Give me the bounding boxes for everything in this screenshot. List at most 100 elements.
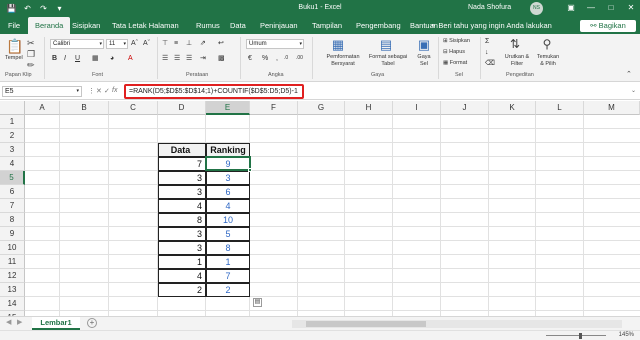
sheet-tab-lembar1[interactable]: Lembar1 xyxy=(32,317,80,330)
align-right-icon[interactable]: ☰ xyxy=(186,54,192,63)
column-header-f[interactable]: F xyxy=(250,101,298,115)
ranking-cell[interactable]: 7 xyxy=(206,269,250,283)
name-box[interactable]: E5 ▾ xyxy=(2,86,82,97)
data-cell[interactable]: 4 xyxy=(158,199,206,213)
column-header-g[interactable]: G xyxy=(298,101,345,115)
currency-icon[interactable]: € xyxy=(248,54,252,63)
cancel-icon[interactable]: ✕ xyxy=(96,87,102,95)
fill-color-icon[interactable]: ◕ xyxy=(110,54,114,63)
column-header-i[interactable]: I xyxy=(393,101,441,115)
horizontal-scroll-thumb[interactable] xyxy=(306,321,426,327)
data-cell[interactable]: 4 xyxy=(158,269,206,283)
table-header-ranking[interactable]: Ranking xyxy=(206,143,250,157)
add-sheet-icon[interactable]: + xyxy=(87,318,97,328)
ribbon-display-icon[interactable]: ▣ xyxy=(566,3,576,13)
column-header-k[interactable]: K xyxy=(489,101,536,115)
row-header-4[interactable]: 4 xyxy=(0,157,25,171)
collapse-ribbon-icon[interactable]: ⌃ xyxy=(626,70,632,80)
user-name[interactable]: Nada Shofura xyxy=(468,4,511,11)
tell-me-search[interactable]: ⚬ Beri tahu yang ingin Anda lakukan xyxy=(430,17,552,34)
decrease-decimal-icon[interactable]: .00 xyxy=(296,54,303,63)
close-icon[interactable]: ✕ xyxy=(626,3,636,13)
row-header-6[interactable]: 6 xyxy=(0,185,25,199)
align-middle-icon[interactable]: ≡ xyxy=(174,39,178,48)
enter-icon[interactable]: ✓ xyxy=(104,87,110,95)
merge-center-icon[interactable]: ▩ xyxy=(218,54,225,63)
shrink-font-icon[interactable]: Aˇ xyxy=(143,39,150,48)
align-left-icon[interactable]: ☰ xyxy=(162,54,168,63)
find-select-label[interactable]: Temukan & Pilih xyxy=(534,54,562,68)
ranking-cell[interactable]: 10 xyxy=(206,213,250,227)
data-cell[interactable]: 7 xyxy=(158,157,206,171)
find-select-icon[interactable]: ⚲ xyxy=(540,37,554,51)
column-header-a[interactable]: A xyxy=(25,101,60,115)
tab-data[interactable]: Data xyxy=(230,17,246,34)
maximize-icon[interactable]: □ xyxy=(606,3,616,13)
formula-input[interactable]: =RANK(D5;$D$5:$D$14;1)+COUNTIF($D$5:D5;D… xyxy=(124,84,304,99)
cell-styles-icon[interactable]: ▣ xyxy=(416,37,432,52)
format-cells-button[interactable]: ▦ Format xyxy=(443,60,467,67)
ranking-cell[interactable]: 8 xyxy=(206,241,250,255)
column-header-c[interactable]: C xyxy=(109,101,158,115)
column-header-h[interactable]: H xyxy=(345,101,393,115)
active-cell-selection[interactable] xyxy=(205,156,252,172)
row-header-3[interactable]: 3 xyxy=(0,143,25,157)
data-cell[interactable]: 3 xyxy=(158,185,206,199)
tab-beranda[interactable]: Beranda xyxy=(28,17,71,34)
indent-icon[interactable]: ⇥ xyxy=(200,54,206,63)
font-color-icon[interactable]: A xyxy=(128,54,133,63)
insert-function-icon[interactable]: fx xyxy=(112,87,117,94)
tab-pengembang[interactable]: Pengembang xyxy=(356,17,401,34)
increase-decimal-icon[interactable]: .0 xyxy=(284,54,288,63)
row-header-14[interactable]: 14 xyxy=(0,297,25,311)
table-header-data[interactable]: Data xyxy=(158,143,206,157)
data-cell[interactable]: 3 xyxy=(158,241,206,255)
quick-analysis-icon[interactable]: ▤ xyxy=(253,298,262,307)
row-header-12[interactable]: 12 xyxy=(0,269,25,283)
data-cell[interactable]: 8 xyxy=(158,213,206,227)
row-header-10[interactable]: 10 xyxy=(0,241,25,255)
column-header-m[interactable]: M xyxy=(584,101,640,115)
share-button[interactable]: ⚯ Bagikan xyxy=(580,20,636,32)
align-top-icon[interactable]: ⊤ xyxy=(162,39,168,48)
column-header-d[interactable]: D xyxy=(158,101,206,115)
bold-icon[interactable]: B xyxy=(52,54,57,63)
percent-icon[interactable]: % xyxy=(262,54,268,63)
cut-icon[interactable]: ✂ xyxy=(27,38,35,48)
comma-icon[interactable]: , xyxy=(276,54,278,63)
ranking-cell[interactable]: 3 xyxy=(206,171,250,185)
ranking-cell[interactable]: 5 xyxy=(206,227,250,241)
worksheet-grid[interactable]: A B C D E F G H I J K L M 1 2 3 4 5 6 7 … xyxy=(0,101,640,316)
row-header-8[interactable]: 8 xyxy=(0,213,25,227)
ranking-cell[interactable]: 4 xyxy=(206,199,250,213)
row-header-13[interactable]: 13 xyxy=(0,283,25,297)
font-name-select[interactable]: Calibri ▾ xyxy=(50,39,104,49)
tab-tata-letak-halaman[interactable]: Tata Letak Halaman xyxy=(112,17,179,34)
row-header-9[interactable]: 9 xyxy=(0,227,25,241)
expand-formula-icon[interactable]: ⌄ xyxy=(631,87,636,94)
select-all-corner[interactable] xyxy=(0,101,25,115)
avatar[interactable]: NS xyxy=(530,2,543,15)
copy-icon[interactable]: ❐ xyxy=(27,49,35,59)
next-sheet-icon[interactable]: ▶ xyxy=(17,318,22,326)
clear-icon[interactable]: ⌫ xyxy=(485,59,495,68)
italic-icon[interactable]: I xyxy=(64,54,66,63)
data-cell[interactable]: 3 xyxy=(158,227,206,241)
data-cell[interactable]: 1 xyxy=(158,255,206,269)
ranking-cell[interactable]: 1 xyxy=(206,255,250,269)
paste-label[interactable]: Tempel xyxy=(5,55,23,62)
format-as-table-label[interactable]: Format sebagai Tabel xyxy=(366,54,410,68)
insert-cells-button[interactable]: ⊞ Sisipkan xyxy=(443,38,470,45)
row-header-5[interactable]: 5 xyxy=(0,171,25,185)
prev-sheet-icon[interactable]: ◀ xyxy=(6,318,11,326)
grow-font-icon[interactable]: Aˆ xyxy=(131,39,138,48)
borders-icon[interactable]: ▦ xyxy=(92,54,99,63)
cell-styles-label[interactable]: Gaya Sel xyxy=(412,54,436,68)
autosum-icon[interactable]: Σ xyxy=(485,37,489,46)
sort-filter-label[interactable]: Urutkan & Filter xyxy=(500,54,534,68)
tab-peninjauan[interactable]: Peninjauan xyxy=(260,17,298,34)
orientation-icon[interactable]: ⇗ xyxy=(200,39,206,48)
tab-file[interactable]: File xyxy=(8,17,20,34)
column-header-b[interactable]: B xyxy=(60,101,109,115)
underline-icon[interactable]: U xyxy=(75,54,80,63)
